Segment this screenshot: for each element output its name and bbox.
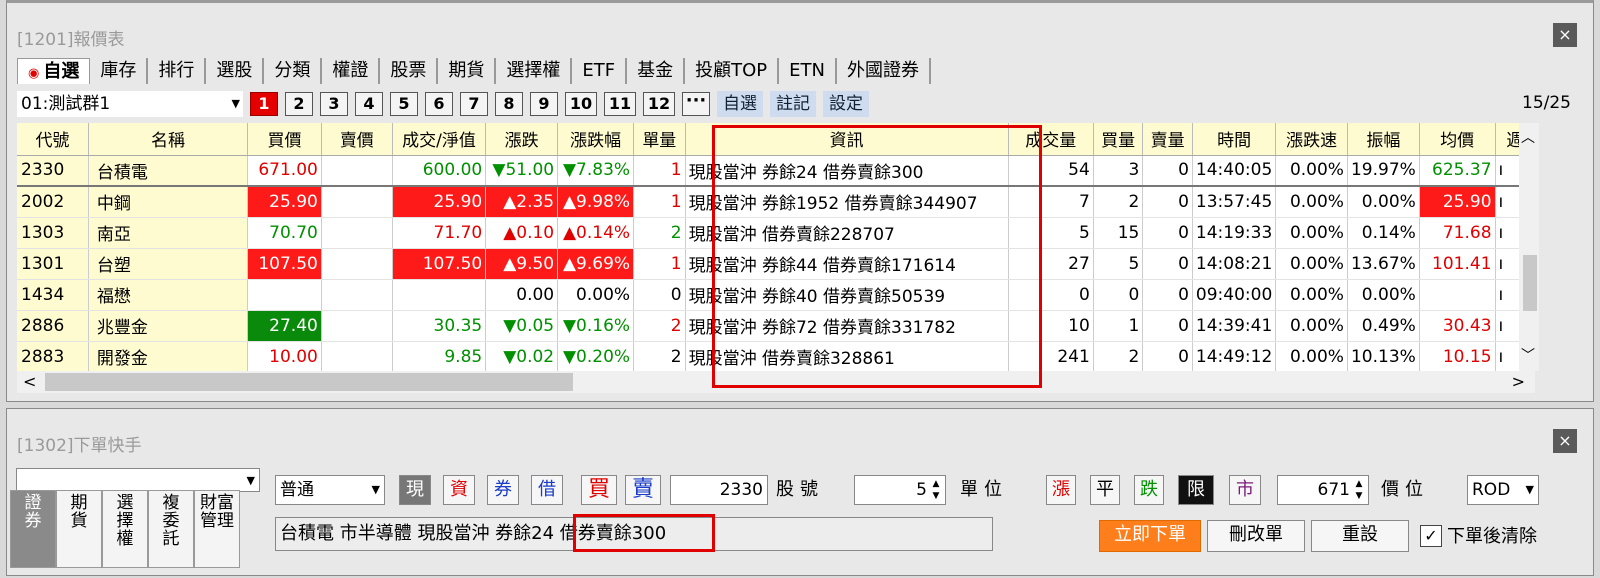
group-button-5[interactable]: 5	[390, 92, 418, 116]
dropdown-arrow-icon: ▼	[246, 474, 255, 487]
info-column-highlight	[712, 125, 1042, 388]
modify-order-button[interactable]: 刪改單	[1207, 520, 1305, 552]
group-button-10[interactable]: 10	[565, 92, 597, 116]
quote-tabs: ◉ 自選 庫存 排行 選股 分類 權證 股票 期貨 選擇權 ETF 基金 投顧TO…	[17, 58, 931, 84]
borrow-balance-highlight	[573, 514, 715, 552]
order-close-button[interactable]: ×	[1553, 429, 1577, 453]
limit-down-button[interactable]: 跌	[1134, 475, 1164, 505]
group-button-3[interactable]: 3	[320, 92, 348, 116]
flat-button[interactable]: 平	[1090, 475, 1120, 505]
short-button[interactable]: 券	[487, 475, 519, 505]
more-groups-button[interactable]: ···	[682, 92, 710, 116]
col-name[interactable]: 名稱	[88, 123, 249, 156]
side-tab-futures[interactable]: 期貨	[56, 490, 102, 568]
group-button-9[interactable]: 9	[530, 92, 558, 116]
tab-stocks[interactable]: 股票	[380, 58, 439, 84]
price-label: 價位	[1381, 479, 1429, 500]
submit-order-button[interactable]: 立即下單	[1099, 520, 1201, 552]
tab-options[interactable]: 選擇權	[496, 58, 573, 84]
margin-button[interactable]: 資	[443, 475, 475, 505]
group-button-2[interactable]: 2	[285, 92, 313, 116]
side-tab-sub-brokerage[interactable]: 複委託	[148, 490, 194, 568]
group-button-4[interactable]: 4	[355, 92, 383, 116]
active-dot-icon: ◉	[28, 66, 40, 81]
tab-favorites[interactable]: ◉ 自選	[17, 58, 91, 84]
side-tab-options[interactable]: 選擇權	[102, 490, 148, 568]
clear-after-order-checkbox[interactable]: ✓	[1420, 525, 1442, 547]
link-favorites[interactable]: 自選	[717, 91, 763, 117]
limit-up-button[interactable]: 漲	[1046, 475, 1076, 505]
tab-warrants[interactable]: 權證	[322, 58, 381, 84]
spin-arrows-icon[interactable]: ▲ ▼	[1352, 478, 1366, 502]
group-button-7[interactable]: 7	[460, 92, 488, 116]
tab-inventory[interactable]: 庫存	[90, 58, 149, 84]
tab-futures[interactable]: 期貨	[438, 58, 497, 84]
account-select[interactable]: ▼	[16, 468, 260, 492]
group-button-12[interactable]: 12	[643, 92, 675, 116]
col-amplitude[interactable]: 振幅	[1347, 123, 1420, 156]
order-type-select[interactable]: 普通 ▼	[275, 475, 385, 505]
spin-arrows-icon[interactable]: ▲ ▼	[929, 478, 943, 502]
group-number-bar: 1 2 3 4 5 6 7 8 9 10 11 12 ··· 自選 註記 設定	[250, 91, 869, 117]
price-stepper[interactable]: 671 ▲ ▼	[1277, 475, 1369, 505]
dropdown-arrow-icon: ▼	[1525, 483, 1534, 496]
clear-after-order-label: 下單後清除	[1447, 526, 1537, 547]
scroll-right-icon[interactable]: >	[1512, 371, 1525, 393]
link-notes[interactable]: 註記	[770, 91, 816, 117]
order-side-tabs: 證券 期貨 選擇權 複委託 財富 管理	[10, 490, 240, 568]
tif-select[interactable]: ROD ▼	[1467, 475, 1539, 505]
col-change-pct[interactable]: 漲跌幅	[557, 123, 635, 156]
col-time[interactable]: 時間	[1192, 123, 1277, 156]
borrow-button[interactable]: 借	[531, 475, 563, 505]
col-bid-qty[interactable]: 買量	[1093, 123, 1144, 156]
market-price-button[interactable]: 市	[1229, 475, 1261, 505]
scroll-down-icon[interactable]: ﹀	[1521, 345, 1535, 365]
tab-category[interactable]: 分類	[264, 58, 323, 84]
quantity-label: 單位	[960, 479, 1008, 500]
tab-ranking[interactable]: 排行	[148, 58, 207, 84]
tab-etf[interactable]: ETF	[572, 58, 628, 84]
group-button-11[interactable]: 11	[604, 92, 636, 116]
quantity-stepper[interactable]: 5 ▲ ▼	[854, 475, 946, 505]
limit-price-button[interactable]: 限	[1178, 475, 1214, 505]
buy-button[interactable]: 買	[581, 475, 617, 505]
col-ask-qty[interactable]: 賣量	[1142, 123, 1193, 156]
side-tab-wealth-management[interactable]: 財富 管理	[194, 490, 240, 568]
page-counter: 15/25	[1522, 93, 1571, 113]
col-last[interactable]: 成交/淨值	[392, 123, 487, 156]
stock-number-label: 股號	[776, 479, 824, 500]
tab-foreign-securities[interactable]: 外國證券	[837, 58, 931, 84]
horizontal-scroll-thumb[interactable]	[45, 373, 573, 391]
side-tab-securities[interactable]: 證券	[10, 490, 56, 568]
tab-funds[interactable]: 基金	[627, 58, 686, 84]
reset-button[interactable]: 重設	[1311, 520, 1409, 552]
col-change[interactable]: 漲跌	[485, 123, 559, 156]
stock-number-input[interactable]: 2330	[670, 475, 768, 505]
tab-advisor-top[interactable]: 投顧TOP	[685, 58, 780, 84]
tab-stock-picker[interactable]: 選股	[206, 58, 265, 84]
col-tick-volume[interactable]: 單量	[633, 123, 686, 156]
group-select[interactable]: 01:測試群1 ▼	[17, 91, 243, 117]
col-change-speed[interactable]: 漲跌速	[1275, 123, 1348, 156]
col-bid[interactable]: 買價	[247, 123, 322, 156]
scroll-left-icon[interactable]: <	[23, 371, 36, 393]
group-button-6[interactable]: 6	[425, 92, 453, 116]
col-code[interactable]: 代號	[17, 123, 89, 156]
link-settings[interactable]: 設定	[823, 91, 869, 117]
col-avg-price[interactable]: 均價	[1419, 123, 1496, 156]
quote-window-title: [1201]報價表	[17, 30, 125, 50]
cash-button[interactable]: 現	[399, 475, 431, 505]
scroll-up-icon[interactable]: ︿	[1521, 127, 1535, 147]
tab-etn[interactable]: ETN	[779, 58, 837, 84]
dropdown-arrow-icon: ▼	[371, 483, 380, 496]
quote-close-button[interactable]: ×	[1553, 23, 1577, 47]
sell-button[interactable]: 賣	[625, 475, 661, 505]
group-button-1[interactable]: 1	[250, 92, 278, 116]
vertical-scroll-thumb[interactable]	[1523, 255, 1537, 311]
vertical-scrollbar[interactable]: ︿ ﹀	[1519, 123, 1539, 371]
group-button-8[interactable]: 8	[495, 92, 523, 116]
col-ask[interactable]: 賣價	[321, 123, 393, 156]
order-window-title: [1302]下單快手	[17, 436, 142, 456]
dropdown-arrow-icon: ▼	[231, 97, 240, 110]
